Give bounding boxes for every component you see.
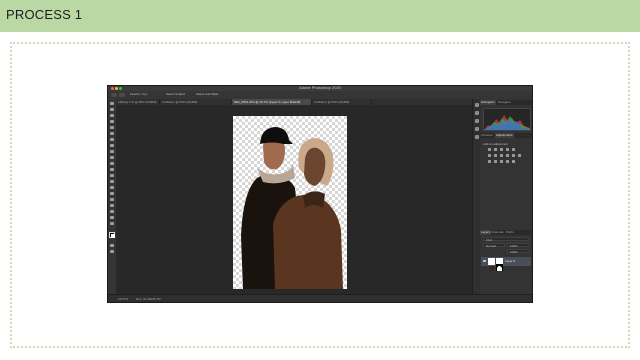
select-subject-button[interactable]: Select Subject [166,92,185,96]
brush-panel-icon[interactable] [475,135,479,139]
tool-preset-icon[interactable] [111,93,117,97]
marquee-tool-icon[interactable] [110,108,114,111]
layer-filter-kind[interactable]: Kind [483,237,529,242]
black-white-icon[interactable] [500,154,503,157]
layers-tabs: Layers Channels Paths [480,230,532,235]
zoom-tool-icon[interactable] [110,216,114,219]
status-bar: 16.67% Doc: 34.3M/45.7M [108,294,532,302]
brush-tool-icon[interactable] [110,144,114,147]
background-color-swatch[interactable] [111,234,115,238]
dodge-tool-icon[interactable] [110,180,114,183]
document-canvas[interactable] [233,116,347,289]
crop-tool-icon[interactable] [110,126,114,129]
pen-tool-icon[interactable] [110,186,114,189]
tab-paths[interactable]: Paths [505,230,515,235]
adjustments-row-1 [488,148,528,152]
levels-icon[interactable] [494,148,497,151]
quick-mask-icon[interactable] [110,244,114,247]
path-selection-tool-icon[interactable] [110,198,114,201]
lasso-tool-icon[interactable] [110,114,114,117]
adjustments-row-3 [488,160,528,164]
layer-mask-thumbnail[interactable] [496,258,503,271]
quick-selection-tool-icon[interactable] [110,120,114,123]
layer-thumbnail-preview [489,266,494,271]
eyedropper-tool-icon[interactable] [110,132,114,135]
layer-name[interactable]: Layer 0 [505,259,515,263]
invert-icon[interactable] [488,160,491,163]
move-tool-icon[interactable] [110,102,114,105]
right-panels: Histogram Navigator Libraries Adjustment… [480,99,532,294]
shape-tool-icon[interactable] [110,204,114,207]
feather-field[interactable]: Feather: 0 px [130,92,148,96]
photo-filter-icon[interactable] [506,154,509,157]
swatches-panel-icon[interactable] [475,127,479,131]
tab-histogram[interactable]: Histogram [480,100,496,105]
eraser-tool-icon[interactable] [110,162,114,165]
tab-navigator[interactable]: Navigator [497,100,512,105]
layer-thumbnail[interactable] [488,258,495,271]
channel-mixer-icon[interactable] [512,154,515,157]
tab-libraries[interactable]: Libraries [480,133,494,138]
exposure-icon[interactable] [506,148,509,151]
hue-saturation-icon[interactable] [488,154,491,157]
clone-stamp-tool-icon[interactable] [110,150,114,153]
tab-adjustments[interactable]: Adjustments [495,133,514,138]
screen-mode-icon[interactable] [110,250,114,253]
healing-tool-icon[interactable] [110,138,114,141]
select-and-mask-button[interactable]: Select and Mask... [196,92,221,96]
adjustments-tabs: Libraries Adjustments [480,133,532,138]
curves-icon[interactable] [500,148,503,151]
cutout-photo [241,127,343,289]
brightness-contrast-icon[interactable] [488,148,491,151]
selective-color-icon[interactable] [512,160,515,163]
hand-tool-icon[interactable] [110,210,114,213]
selection-mode-icon[interactable] [119,93,125,97]
page-title: PROCESS 1 [6,7,83,22]
gradient-tool-icon[interactable] [110,168,114,171]
gradient-map-icon[interactable] [506,160,509,163]
blur-tool-icon[interactable] [110,174,114,177]
type-tool-icon[interactable] [110,192,114,195]
photoshop-window: Adobe Photoshop 2020 Feather: 0 px Selec… [107,85,533,303]
layer-row-selected[interactable]: Layer 0 [481,257,531,271]
back-person-cap [260,127,293,144]
zoom-level[interactable]: 16.67% [118,297,128,301]
layer-mask-preview [496,264,503,271]
document-size: Doc: 34.3M/45.7M [136,297,161,301]
histogram-tabs: Histogram Navigator [480,100,532,105]
history-panel-icon[interactable] [475,103,479,107]
history-brush-tool-icon[interactable] [110,156,114,159]
visibility-eye-icon[interactable] [483,260,486,262]
color-balance-icon[interactable] [494,154,497,157]
color-lookup-icon[interactable] [518,154,521,157]
fill-field[interactable]: 100% [507,249,529,254]
canvas-area[interactable] [116,105,472,294]
app-title: Adobe Photoshop 2020 [299,85,341,90]
properties-panel-icon[interactable] [475,111,479,115]
adjustments-row-2 [488,154,528,158]
opacity-field[interactable]: 100% [507,243,529,248]
front-person-coat [273,194,343,289]
blend-mode-select[interactable]: Normal [483,243,505,248]
threshold-icon[interactable] [500,160,503,163]
header-bar: PROCESS 1 [0,0,640,32]
color-panel-icon[interactable] [475,119,479,123]
more-tools-icon[interactable] [110,222,114,225]
tab-channels[interactable]: Channels [490,230,505,235]
vibrance-icon[interactable] [512,148,515,151]
posterize-icon[interactable] [494,160,497,163]
histogram-graph [483,108,531,131]
adjustments-subtitle: Add an adjustment [483,142,509,146]
